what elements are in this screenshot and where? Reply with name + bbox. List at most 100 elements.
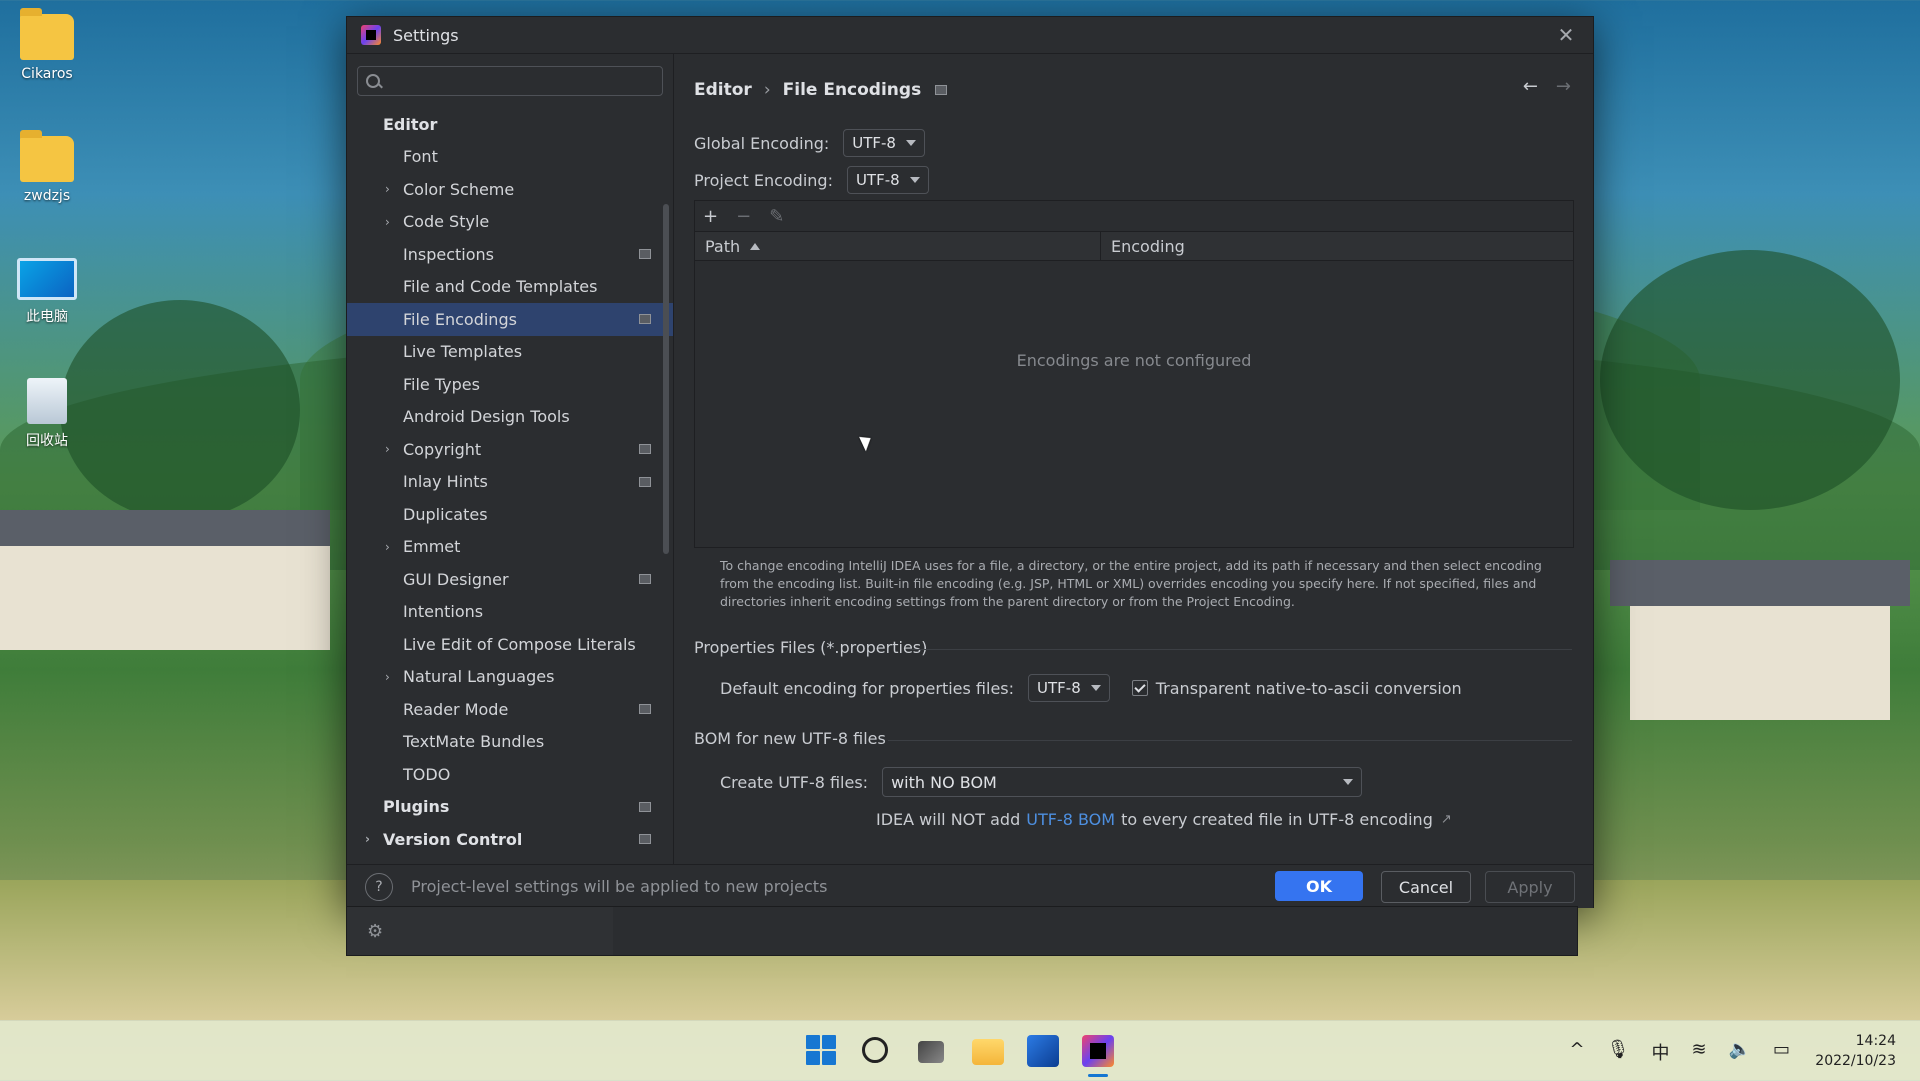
start-windows-icon[interactable] [806,1035,836,1065]
apply-button[interactable]: Apply [1485,871,1575,903]
desktop-icon-label: zwdzjs [23,188,71,204]
breadcrumb-parent[interactable]: Editor [694,80,752,100]
project-level-icon [639,249,651,260]
settings-search[interactable] [357,66,663,96]
volume-icon[interactable]: 🔈 [1729,1039,1751,1065]
tree-item-copyright[interactable]: › Copyright [347,433,673,466]
bom-create-select[interactable]: with NO BOM [882,767,1363,797]
tree-item-version-control[interactable]: › Version Control [347,823,673,856]
taskbar-clock[interactable]: 14:24 2022/10/23 [1815,1031,1896,1071]
help-icon[interactable]: ? [365,872,393,901]
settings-tree: Editor Font › Color Scheme › Code Style In… [347,108,673,874]
battery-icon[interactable]: ▭ [1773,1039,1790,1065]
tree-item-editor[interactable]: Editor [347,108,673,141]
transparent-conversion-checkbox[interactable] [1131,680,1148,696]
global-encoding-select[interactable]: UTF-8 [843,129,925,157]
store-icon[interactable] [1027,1035,1059,1067]
utf8-bom-link[interactable]: UTF-8 BOM [1026,810,1115,829]
dropdown-caret-icon [909,177,920,183]
project-encoding-label: Project Encoding: [694,170,833,190]
chevron-right-icon[interactable]: › [385,442,390,456]
intellij-taskbar-icon[interactable] [1082,1035,1114,1067]
bom-create-label: Create UTF-8 files: [720,772,869,792]
file-explorer-icon[interactable] [972,1039,1004,1065]
tree-item-duplicates[interactable]: Duplicates [347,498,673,531]
tree-item-intentions[interactable]: Intentions [347,596,673,629]
taskbar: ^ 🎙 中 ≋ 🔈 ▭ 14:24 2022/10/23 [0,1020,1920,1081]
tree-item-inspections[interactable]: Inspections [347,238,673,271]
footer-message: Project-level settings will be applied t… [411,877,828,896]
tree-item-textmate-bundles[interactable]: TextMate Bundles [347,726,673,759]
background-ide-window: ⚙ [346,906,1578,956]
remove-icon[interactable]: − [736,206,751,227]
search-icon[interactable] [862,1037,888,1063]
encoding-hint-text: To change encoding IntelliJ IDEA uses fo… [720,558,1542,609]
dropdown-caret-icon [905,140,916,146]
column-header-path[interactable]: Path [695,232,1101,260]
desktop-icon-label: 回收站 [26,433,68,449]
tray-chevron-up-icon[interactable]: ^ [1570,1039,1585,1065]
tree-item-inlay-hints[interactable]: Inlay Hints [347,466,673,499]
ok-button[interactable]: OK [1275,871,1363,901]
tree-item-reader-mode[interactable]: Reader Mode [347,693,673,726]
bom-create-row: Create UTF-8 files: with NO BOM [720,767,1363,797]
tree-item-file-and-code-templates[interactable]: File and Code Templates [347,271,673,304]
gear-icon[interactable]: ⚙ [367,921,383,942]
dropdown-caret-icon [1343,779,1354,785]
monitor-icon [17,258,77,300]
chevron-right-icon[interactable]: › [385,182,390,196]
desktop-icon-recycle-bin[interactable]: 回收站 [12,378,82,450]
desktop-icon-user-folder[interactable]: Cikaros [12,8,82,82]
project-level-icon [639,476,651,487]
column-header-encoding[interactable]: Encoding [1101,232,1185,260]
tree-item-file-encodings[interactable]: File Encodings [347,303,673,336]
task-view-icon[interactable] [918,1041,944,1063]
nav-arrows: ← → [1523,76,1571,97]
title-bar[interactable]: Settings ✕ [347,17,1593,54]
tree-item-font[interactable]: Font [347,141,673,174]
tree-item-emmet[interactable]: › Emmet [347,531,673,564]
wallpaper-roof [0,510,330,546]
tree-item-live-edit-compose[interactable]: Live Edit of Compose Literals [347,628,673,661]
close-button[interactable]: ✕ [1553,23,1579,47]
desktop-icon-folder[interactable]: zwdzjs [12,130,82,204]
sort-ascending-icon [750,242,761,250]
settings-search-input[interactable] [388,72,652,90]
desktop-icon-label: 此电脑 [26,309,68,325]
microphone-icon[interactable]: 🎙 [1607,1039,1630,1065]
transparent-conversion-label[interactable]: Transparent native-to-ascii conversion [1156,679,1462,698]
dialog-footer: ? Project-level settings will be applied… [347,864,1593,908]
tree-item-plugins[interactable]: Plugins [347,791,673,824]
chevron-right-icon[interactable]: › [365,832,370,846]
breadcrumb-current: File Encodings [782,80,922,100]
desktop-icon-this-pc[interactable]: 此电脑 [12,258,82,326]
forward-arrow-icon[interactable]: → [1556,76,1571,97]
tree-item-file-types[interactable]: File Types [347,368,673,401]
chevron-right-icon[interactable]: › [385,670,390,684]
bom-section-title: BOM for new UTF-8 files [694,729,886,748]
sidebar-scrollbar[interactable] [663,204,669,554]
tree-item-android-design-tools[interactable]: Android Design Tools [347,401,673,434]
ime-indicator[interactable]: 中 [1651,1039,1669,1065]
back-arrow-icon[interactable]: ← [1523,76,1538,97]
chevron-right-icon[interactable]: › [385,540,390,554]
project-level-icon [639,801,651,812]
tree-item-color-scheme[interactable]: › Color Scheme [347,173,673,206]
edit-icon[interactable]: ✎ [769,206,784,227]
wifi-icon[interactable]: ≋ [1691,1039,1706,1065]
wallpaper-house [0,540,330,650]
tree-item-todo[interactable]: TODO [347,758,673,791]
recycle-bin-icon [27,378,67,424]
global-encoding-label: Global Encoding: [694,133,830,153]
chevron-right-icon[interactable]: › [385,215,390,229]
project-encoding-select[interactable]: UTF-8 [846,166,929,194]
cancel-button[interactable]: Cancel [1381,871,1471,903]
add-icon[interactable]: + [703,206,718,227]
tree-item-gui-designer[interactable]: GUI Designer [347,563,673,596]
system-tray: ^ 🎙 中 ≋ 🔈 ▭ [1570,1039,1790,1065]
tree-item-live-templates[interactable]: Live Templates [347,336,673,369]
tree-item-code-style[interactable]: › Code Style [347,206,673,239]
tree-item-natural-languages[interactable]: › Natural Languages [347,661,673,694]
external-link-icon: ↗ [1440,812,1452,827]
properties-encoding-select[interactable]: UTF-8 [1028,674,1110,702]
